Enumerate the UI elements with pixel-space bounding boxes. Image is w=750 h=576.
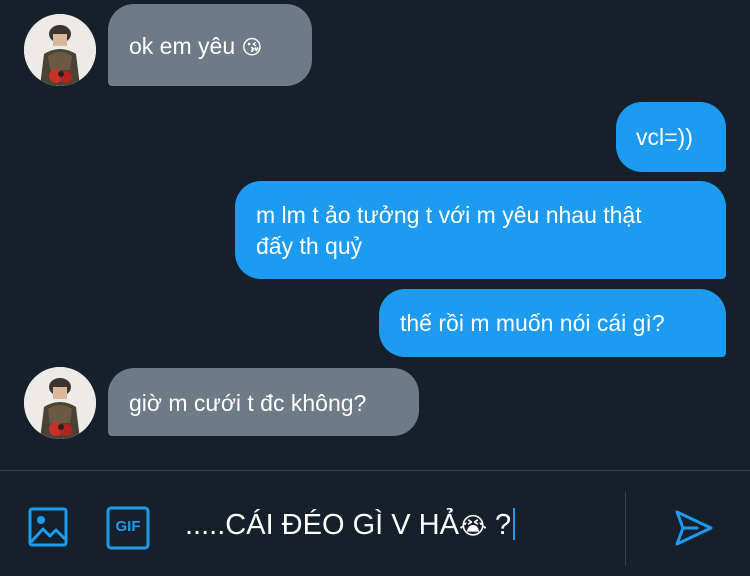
message-bubble-incoming[interactable]: ok em yêu 😘 — [108, 4, 312, 86]
message-bubble-outgoing[interactable]: m lm t ảo tưởng t với m yêu nhau thật đấ… — [235, 181, 726, 279]
avatar-image — [24, 367, 96, 439]
message-input-suffix: ? — [487, 509, 512, 541]
avatar-image — [24, 14, 96, 86]
composer-separator — [625, 492, 626, 566]
kissing-face-emoji: 😘 — [241, 37, 263, 59]
text-caret — [513, 508, 516, 540]
crying-face-emoji: 😭 — [458, 513, 487, 540]
gif-button[interactable]: GIF — [106, 506, 150, 550]
message-bubble-outgoing[interactable]: thế rồi m muốn nói cái gì? — [379, 289, 726, 357]
send-button[interactable] — [673, 507, 715, 549]
message-text: thế rồi m muốn nói cái gì? — [400, 310, 665, 336]
image-icon — [28, 507, 68, 547]
composer-divider — [0, 470, 750, 471]
message-text: vcl=)) — [636, 124, 693, 150]
message-input[interactable]: .....CÁI ĐÉO GÌ V HẢ😭 ? — [185, 508, 516, 542]
message-input-text: .....CÁI ĐÉO GÌ V HẢ — [185, 509, 459, 541]
message-text-line: m lm t ảo tưởng t với m yêu nhau thật — [256, 202, 642, 228]
message-text: giờ m cưới t đc không? — [129, 390, 367, 416]
sender-avatar[interactable] — [24, 367, 96, 439]
message-bubble-outgoing[interactable]: vcl=)) — [616, 102, 726, 172]
media-button[interactable] — [27, 506, 69, 548]
message-text-line: đấy th quỷ — [256, 233, 363, 259]
message-bubble-incoming[interactable]: giờ m cưới t đc không? — [108, 368, 419, 436]
gif-label: GIF — [115, 518, 141, 535]
send-icon — [675, 510, 713, 546]
sender-avatar[interactable] — [24, 14, 96, 86]
message-text: ok em yêu — [129, 33, 236, 59]
